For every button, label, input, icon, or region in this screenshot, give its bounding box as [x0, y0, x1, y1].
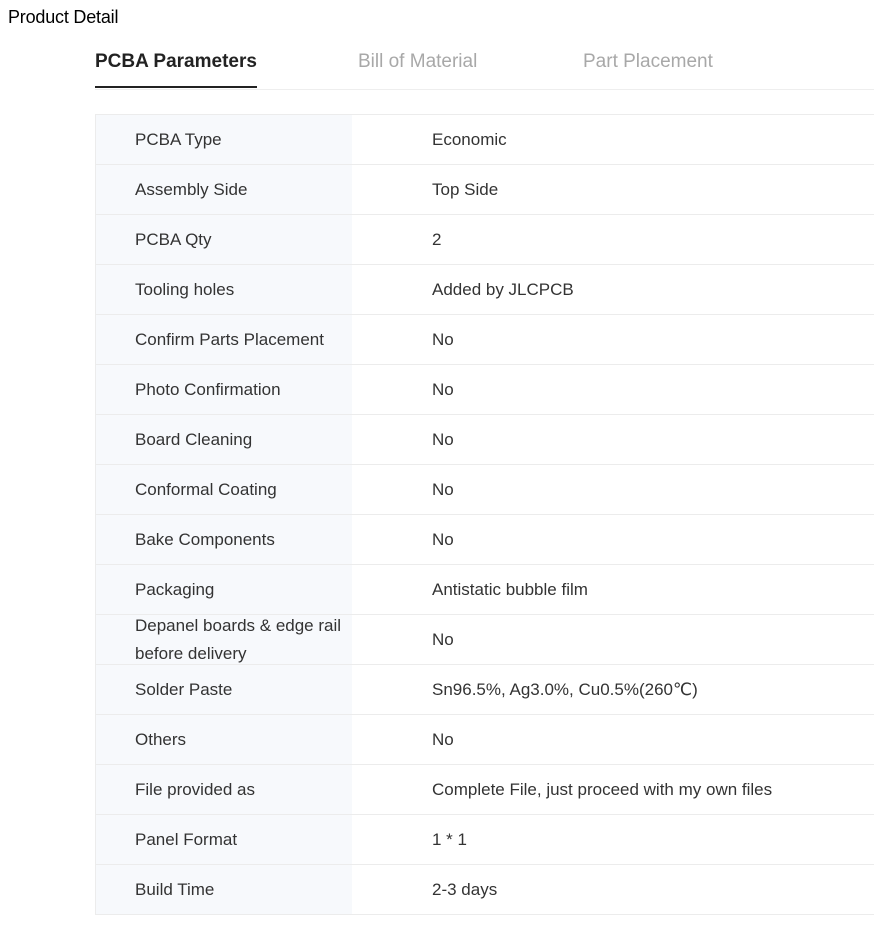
table-row: Solder Paste Sn96.5%, Ag3.0%, Cu0.5%(260…	[95, 665, 874, 715]
table-row: Others No	[95, 715, 874, 765]
param-label: Packaging	[95, 565, 352, 614]
param-value: No	[432, 629, 454, 649]
table-row: Bake Components No	[95, 515, 874, 565]
table-row: Depanel boards & edge rail before delive…	[95, 615, 874, 665]
param-label: Depanel boards & edge rail before delive…	[95, 615, 352, 664]
param-value: Added by JLCPCB	[432, 279, 574, 299]
param-label: Conformal Coating	[95, 465, 352, 514]
param-value: No	[432, 729, 454, 749]
table-row: File provided as Complete File, just pro…	[95, 765, 874, 815]
param-label: Assembly Side	[95, 165, 352, 214]
param-value: Complete File, just proceed with my own …	[432, 779, 773, 799]
table-row: Photo Confirmation No	[95, 365, 874, 415]
tab-bar: PCBA Parameters Bill of Material Part Pl…	[95, 42, 874, 90]
param-value: Sn96.5%, Ag3.0%, Cu0.5%(260℃)	[432, 679, 698, 699]
table-row: PCBA Qty 2	[95, 215, 874, 265]
param-value: No	[432, 329, 454, 349]
tab-part-placement[interactable]: Part Placement	[583, 51, 713, 87]
param-value: No	[432, 379, 454, 399]
param-label: PCBA Type	[95, 115, 352, 164]
param-value: Economic	[432, 129, 507, 149]
table-row: Packaging Antistatic bubble film	[95, 565, 874, 615]
param-value: 2	[432, 229, 442, 249]
table-row: PCBA Type Economic	[95, 115, 874, 165]
param-value: Top Side	[432, 179, 499, 199]
table-row: Assembly Side Top Side	[95, 165, 874, 215]
pcba-parameters-table: PCBA Type Economic Assembly Side Top Sid…	[95, 114, 874, 915]
param-label: Confirm Parts Placement	[95, 315, 352, 364]
table-row: Conformal Coating No	[95, 465, 874, 515]
param-value: 1 * 1	[432, 829, 467, 849]
table-row: Confirm Parts Placement No	[95, 315, 874, 365]
param-label: Build Time	[95, 865, 352, 914]
param-value: No	[432, 479, 454, 499]
param-label: Photo Confirmation	[95, 365, 352, 414]
param-label: Panel Format	[95, 815, 352, 864]
param-value: No	[432, 529, 454, 549]
param-value: 2-3 days	[432, 879, 498, 899]
param-value: No	[432, 429, 454, 449]
table-row: Panel Format 1 * 1	[95, 815, 874, 865]
param-label: Solder Paste	[95, 665, 352, 714]
tab-bill-of-material[interactable]: Bill of Material	[358, 51, 477, 87]
param-label: Board Cleaning	[95, 415, 352, 464]
param-label: PCBA Qty	[95, 215, 352, 264]
param-value: Antistatic bubble film	[432, 579, 588, 599]
param-label: Others	[95, 715, 352, 764]
param-label: Tooling holes	[95, 265, 352, 314]
table-row: Build Time 2-3 days	[95, 865, 874, 915]
table-row: Tooling holes Added by JLCPCB	[95, 265, 874, 315]
param-label: File provided as	[95, 765, 352, 814]
table-row: Board Cleaning No	[95, 415, 874, 465]
page-title: Product Detail	[8, 7, 119, 27]
param-label: Bake Components	[95, 515, 352, 564]
tab-pcba-parameters[interactable]: PCBA Parameters	[95, 51, 257, 88]
